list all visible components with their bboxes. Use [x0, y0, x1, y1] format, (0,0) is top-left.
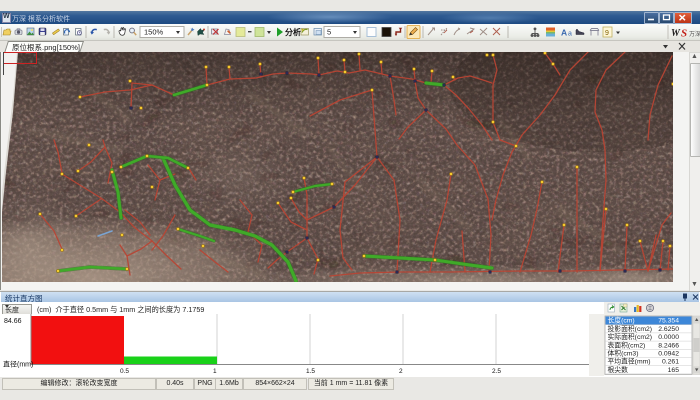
svg-text:长度(cm): 长度(cm) — [608, 316, 635, 325]
svg-text:0.261: 0.261 — [662, 359, 679, 366]
svg-text:投影面积(cm2): 投影面积(cm2) — [608, 324, 653, 333]
svg-text:1.5: 1.5 — [306, 368, 315, 375]
svg-text:1: 1 — [213, 368, 217, 375]
svg-text:表面积(cm2): 表面积(cm2) — [608, 340, 646, 349]
svg-text:0.0942: 0.0942 — [658, 351, 679, 358]
svg-text:2.5: 2.5 — [492, 368, 501, 375]
svg-text:万深: 万深 — [689, 30, 700, 38]
svg-text:9: 9 — [605, 30, 609, 37]
svg-text:A: A — [561, 28, 567, 38]
svg-text:150%: 150% — [144, 28, 164, 37]
svg-text:分析: 分析 — [285, 27, 301, 37]
svg-text:75.354: 75.354 — [658, 318, 679, 325]
svg-text:实际面积(cm2): 实际面积(cm2) — [608, 332, 653, 341]
svg-text:体积(cm3): 体积(cm3) — [608, 349, 639, 358]
svg-text:根尖数: 根尖数 — [608, 365, 629, 374]
svg-text:W: W — [671, 28, 681, 39]
svg-text:5: 5 — [327, 28, 331, 37]
svg-text:直径(mm): 直径(mm) — [3, 360, 33, 369]
svg-text:0.0000: 0.0000 — [658, 334, 679, 341]
svg-text:2: 2 — [399, 368, 403, 375]
svg-text:平均直径(mm): 平均直径(mm) — [608, 357, 651, 366]
svg-text:a: a — [568, 31, 572, 38]
svg-text:165: 165 — [668, 367, 680, 374]
svg-text:0.5: 0.5 — [120, 368, 129, 375]
svg-text:84.66: 84.66 — [4, 318, 22, 325]
svg-text:8.2466: 8.2466 — [658, 342, 679, 349]
svg-text:2.6250: 2.6250 — [658, 326, 679, 333]
svg-text:S: S — [681, 28, 687, 40]
